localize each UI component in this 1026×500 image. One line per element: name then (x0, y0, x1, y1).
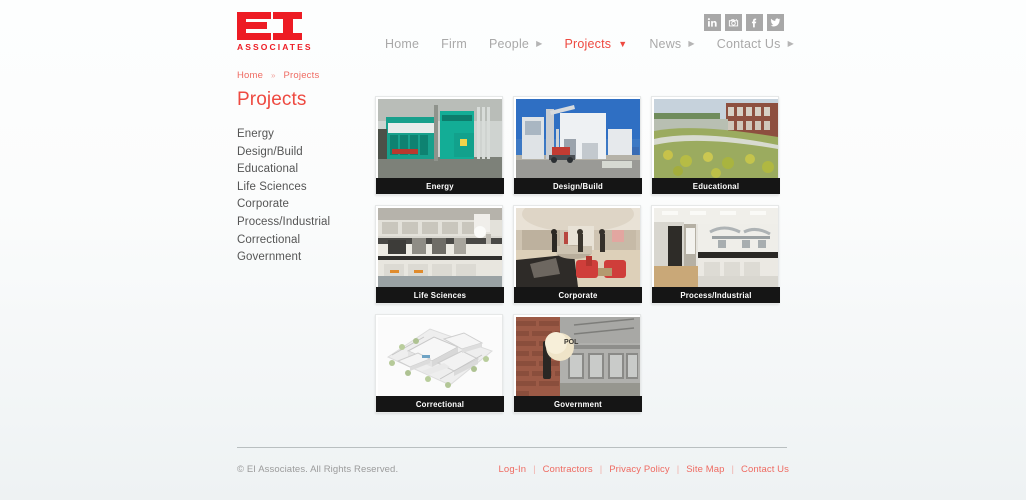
footer-link-contact-us[interactable]: Contact Us (741, 464, 789, 475)
facebook-icon[interactable] (746, 14, 763, 31)
footer-link-privacy-policy[interactable]: Privacy Policy (609, 464, 670, 475)
nav-item-firm[interactable]: Firm (441, 37, 467, 51)
footer-link-site-map[interactable]: Site Map (686, 464, 724, 475)
footer-separator: | (599, 464, 603, 475)
footer-separator: | (731, 464, 734, 475)
sidebar-item-educational[interactable]: Educational (237, 161, 357, 179)
footer-divider (237, 447, 787, 448)
content-container: ASSOCIATES Home Firm People ▶ Projects ▼ (237, 0, 794, 500)
nav-label: Contact Us (716, 37, 781, 51)
project-caption: Correctional (376, 396, 504, 412)
breadcrumb: Home » Projects (237, 70, 319, 81)
social-links (704, 14, 784, 31)
project-thumbnail (654, 208, 778, 287)
project-thumbnail (378, 99, 502, 178)
site-logo[interactable]: ASSOCIATES (237, 12, 313, 54)
main-nav: Home Firm People ▶ Projects ▼ News ▶ Con… (385, 33, 794, 55)
breadcrumb-current[interactable]: Projects (284, 70, 320, 81)
page-root: ASSOCIATES Home Firm People ▶ Projects ▼ (0, 0, 1026, 500)
site-header: ASSOCIATES Home Firm People ▶ Projects ▼ (237, 0, 794, 62)
sidebar-item-process-industrial[interactable]: Process/Industrial (237, 214, 357, 232)
footer-link-contractors[interactable]: Contractors (543, 464, 593, 475)
nav-item-people[interactable]: People ▶ (489, 37, 542, 51)
project-thumbnail (378, 208, 502, 287)
copyright-text: © EI Associates. All Rights Reserved. (237, 464, 399, 475)
nav-item-projects[interactable]: Projects ▼ (564, 37, 627, 51)
sidebar-item-life-sciences[interactable]: Life Sciences (237, 179, 357, 197)
projects-grid: Energy Design/Build Educational Life Sci… (375, 96, 787, 413)
nav-label: Firm (441, 37, 467, 51)
site-footer: © EI Associates. All Rights Reserved. Lo… (237, 447, 789, 475)
project-card-educational[interactable]: Educational (651, 96, 780, 195)
project-caption: Government (514, 396, 642, 412)
project-card-correctional[interactable]: Correctional (375, 314, 504, 413)
project-thumbnail (516, 208, 640, 287)
linkedin-icon[interactable] (704, 14, 721, 31)
chevron-down-icon: ▼ (618, 38, 628, 49)
project-card-government[interactable]: POL Government (513, 314, 642, 413)
project-thumbnail (516, 99, 640, 178)
nav-label: People (488, 37, 530, 51)
project-caption: Design/Build (514, 178, 642, 194)
footer-link-log-in[interactable]: Log-In (499, 464, 527, 475)
chevron-right-icon: ▶ (536, 39, 543, 48)
ei-monogram-icon (237, 12, 302, 40)
nav-label: Projects (564, 37, 612, 51)
sidebar-item-design-build[interactable]: Design/Build (237, 144, 357, 162)
project-thumbnail (378, 317, 502, 396)
sidebar-item-government[interactable]: Government (237, 249, 357, 267)
project-card-process-industrial[interactable]: Process/Industrial (651, 205, 780, 304)
footer-separator: | (676, 464, 680, 475)
logo-wordmark: ASSOCIATES (237, 42, 313, 52)
project-caption: Energy (376, 178, 504, 194)
instagram-icon[interactable] (725, 14, 742, 31)
sidebar-item-energy[interactable]: Energy (237, 126, 357, 144)
sidebar: Projects Energy Design/Build Educational… (237, 88, 357, 267)
project-card-life-sciences[interactable]: Life Sciences (375, 205, 504, 304)
nav-label: Home (385, 37, 420, 51)
twitter-icon[interactable] (767, 14, 784, 31)
nav-item-contact-us[interactable]: Contact Us ▶ (717, 37, 794, 51)
project-caption: Corporate (514, 287, 642, 303)
project-thumbnail: POL (516, 317, 640, 396)
footer-row: © EI Associates. All Rights Reserved. Lo… (237, 464, 789, 475)
project-caption: Life Sciences (376, 287, 504, 303)
footer-separator: | (533, 464, 536, 475)
project-card-energy[interactable]: Energy (375, 96, 504, 195)
page-title: Projects (237, 89, 307, 110)
breadcrumb-home[interactable]: Home (237, 70, 263, 81)
svg-text:POL: POL (564, 339, 579, 346)
sidebar-item-corporate[interactable]: Corporate (237, 196, 357, 214)
nav-item-news[interactable]: News ▶ (649, 37, 694, 51)
project-card-design-build[interactable]: Design/Build (513, 96, 642, 195)
chevron-right-icon: ▶ (688, 39, 695, 48)
sidebar-nav: Energy Design/Build Educational Life Sci… (237, 126, 357, 267)
project-caption: Educational (652, 178, 780, 194)
project-thumbnail (654, 99, 778, 178)
nav-item-home[interactable]: Home (385, 37, 419, 51)
chevron-right-icon: ▶ (787, 39, 794, 48)
breadcrumb-separator: » (271, 71, 276, 80)
nav-label: News (649, 37, 682, 51)
project-caption: Process/Industrial (652, 287, 780, 303)
project-card-corporate[interactable]: Corporate (513, 205, 642, 304)
sidebar-item-correctional[interactable]: Correctional (237, 232, 357, 250)
footer-links: Log-In | Contractors | Privacy Policy | … (499, 464, 789, 475)
